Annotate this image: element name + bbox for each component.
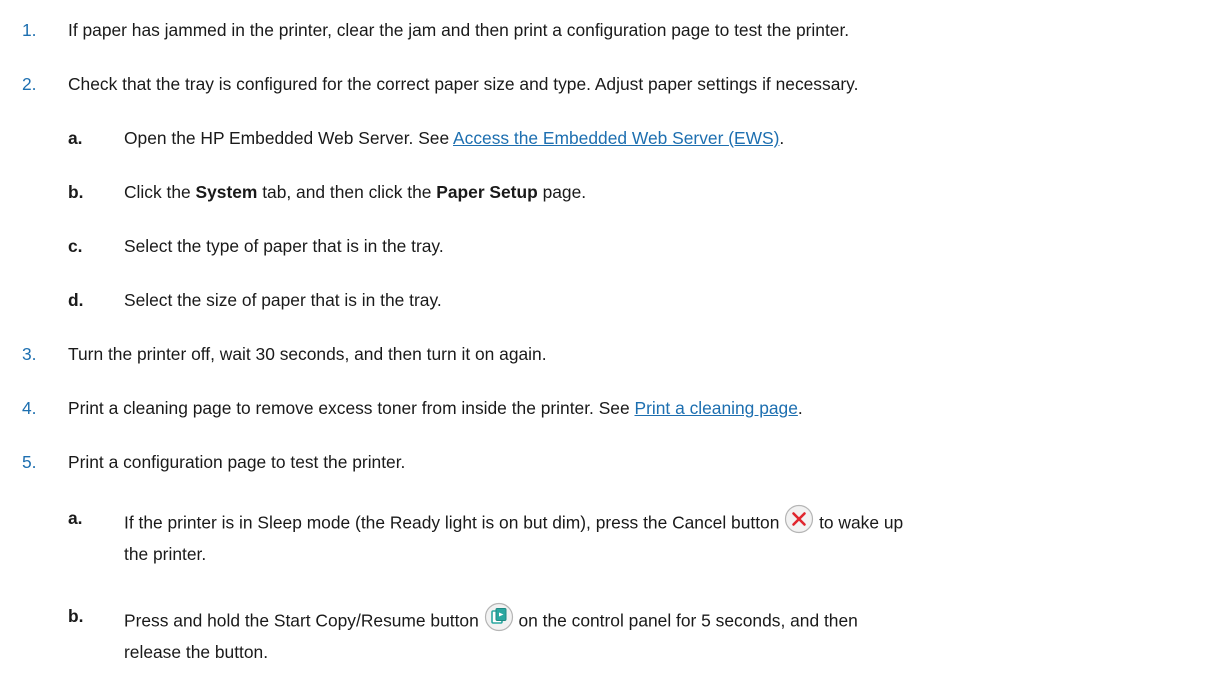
start-copy-resume-icon — [484, 602, 514, 638]
substep-text-before: If the printer is in Sleep mode (the Rea… — [124, 512, 785, 533]
cleaning-page-link[interactable]: Print a cleaning page — [634, 398, 797, 418]
step-number: 2. — [22, 74, 37, 94]
step-number: 1. — [22, 20, 37, 40]
substep-letter: a. — [68, 128, 83, 148]
step-number: 5. — [22, 452, 37, 472]
substep-text-line2: the printer. — [124, 544, 207, 564]
substep-text: Click the System tab, and then click the… — [124, 180, 586, 204]
ews-link[interactable]: Access the Embedded Web Server (EWS) — [453, 128, 779, 148]
substep-text-part: Click the — [124, 182, 196, 202]
step-text: Print a cleaning page to remove excess t… — [68, 396, 803, 420]
substep-text-before: Open the HP Embedded Web Server. See — [124, 128, 454, 148]
substep-text-part: tab, and then click the — [257, 182, 437, 202]
substep-letter: a. — [68, 508, 83, 528]
substep-letter: c. — [68, 236, 83, 256]
system-tab-label: System — [195, 182, 258, 202]
step-text: If paper has jammed in the printer, clea… — [68, 20, 850, 40]
step-number: 3. — [22, 344, 37, 364]
substep-text-after: to wake up — [814, 512, 904, 533]
substep-text: Open the HP Embedded Web Server. See Acc… — [124, 126, 784, 150]
paper-setup-label: Paper Setup — [436, 182, 538, 202]
step-number: 4. — [22, 398, 37, 418]
step-text-after: . — [797, 398, 803, 418]
substep-text: Select the size of paper that is in the … — [124, 290, 442, 310]
substep-text-after: . — [779, 128, 785, 148]
document-page: 1. If paper has jammed in the printer, c… — [0, 0, 1205, 698]
step-text: Print a configuration page to test the p… — [68, 452, 406, 472]
substep-text: Press and hold the Start Copy/Resume but… — [124, 602, 858, 640]
step-text: Turn the printer off, wait 30 seconds, a… — [68, 344, 547, 364]
substep-text-before: Press and hold the Start Copy/Resume but… — [124, 610, 484, 631]
substep-text: Select the type of paper that is in the … — [124, 236, 444, 256]
substep-text: If the printer is in Sleep mode (the Rea… — [124, 504, 904, 542]
step-text: Check that the tray is configured for th… — [68, 74, 859, 94]
substep-letter: d. — [68, 290, 84, 310]
step-text-before: Print a cleaning page to remove excess t… — [68, 398, 635, 418]
cancel-button-icon — [784, 504, 814, 540]
substep-text-after: on the control panel for 5 seconds, and … — [513, 610, 858, 631]
substep-text-line2: release the button. — [124, 642, 269, 662]
substep-letter: b. — [68, 182, 84, 202]
substep-letter: b. — [68, 606, 84, 626]
substep-text-part: page. — [537, 182, 587, 202]
